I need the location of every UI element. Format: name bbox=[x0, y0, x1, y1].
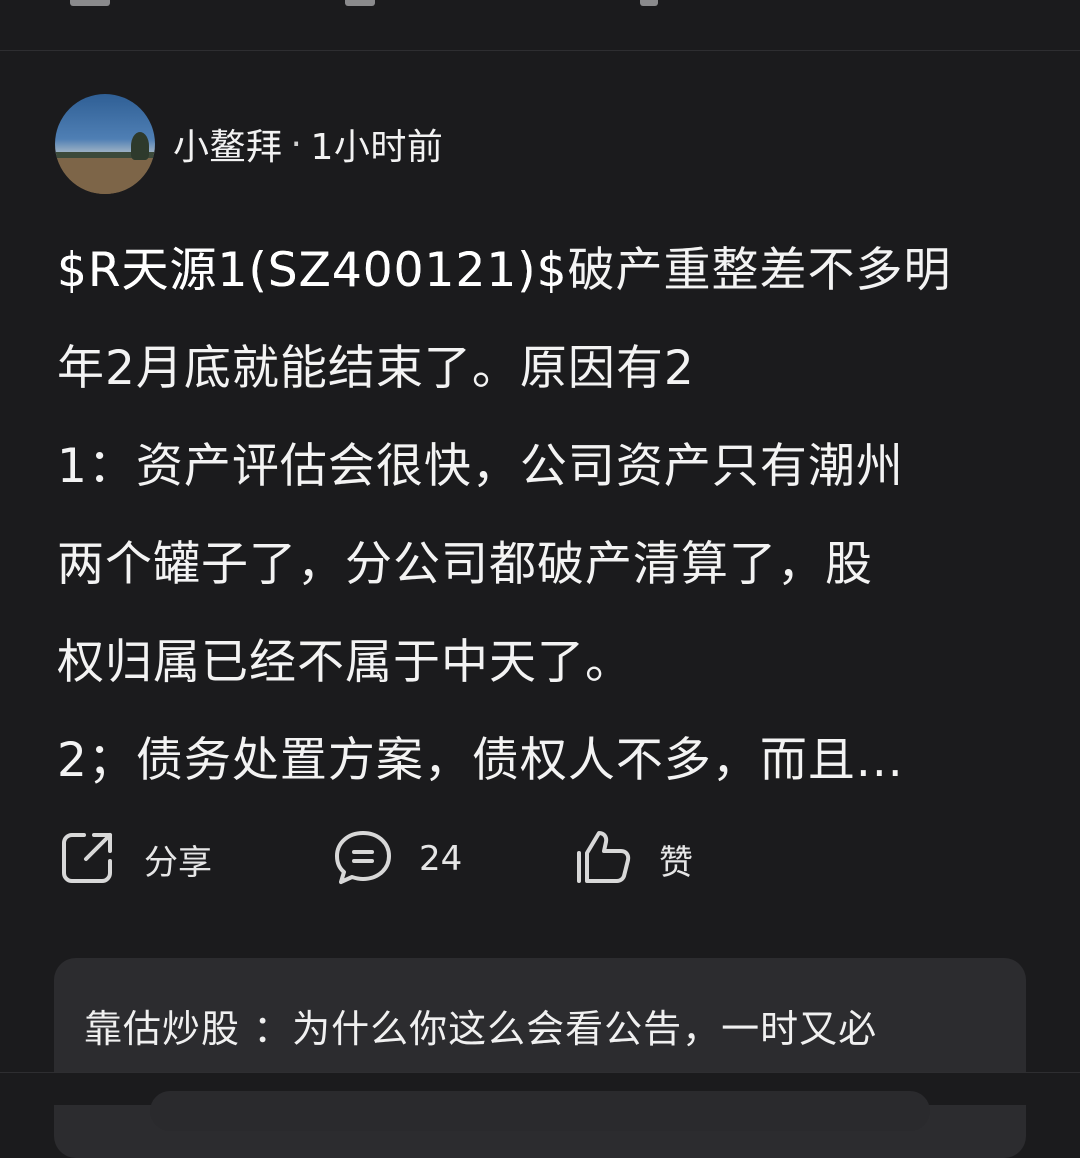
content-line: 1：资产评估会很快，公司资产只有潮州 bbox=[57, 439, 904, 494]
share-label: 分享 bbox=[144, 842, 212, 883]
avatar-ground bbox=[55, 158, 155, 194]
comment-icon bbox=[333, 827, 393, 891]
comment-count: 24 bbox=[419, 839, 463, 879]
like-label: 赞 bbox=[659, 842, 693, 883]
content-line: 2；债务处置方案，债权人不多，而且... bbox=[57, 733, 904, 788]
content-line-text: 破产重整差不多明 bbox=[567, 243, 952, 298]
content-line: 年2月底就能结束了。原因有2 bbox=[57, 341, 695, 396]
author-row[interactable]: 小鳌拜 · 1小时前 bbox=[55, 94, 443, 194]
post-time: 1小时前 bbox=[310, 127, 444, 168]
post-content[interactable]: $R天源1(SZ400121)$破产重整差不多明 年2月底就能结束了。原因有2 … bbox=[57, 222, 1027, 810]
content-line: 权归属已经不属于中天了。 bbox=[57, 635, 633, 690]
author-name[interactable]: 小鳌拜 bbox=[173, 118, 283, 170]
author-meta: 小鳌拜 · 1小时前 bbox=[173, 118, 443, 170]
content-line: 两个罐子了，分公司都破产清算了，股 bbox=[57, 537, 873, 592]
content-line: $R天源1(SZ400121)$破产重整差不多明 bbox=[57, 222, 1027, 320]
reply-preview-text: 靠估炒股 ：为什么你这么会看公告，一时又必 bbox=[84, 1007, 878, 1051]
meta-separator: · bbox=[290, 123, 303, 165]
comment-button[interactable]: 24 bbox=[333, 824, 462, 894]
avatar-tree bbox=[131, 132, 149, 160]
toolbar-fragment bbox=[640, 0, 658, 6]
toolbar-fragment bbox=[345, 0, 375, 6]
stock-tag-link[interactable]: $R天源1(SZ400121)$ bbox=[57, 243, 568, 298]
bottom-bar bbox=[0, 1072, 1080, 1131]
toolbar-fragment bbox=[70, 0, 110, 6]
share-icon bbox=[58, 827, 118, 891]
comment-input-pill[interactable] bbox=[150, 1091, 930, 1131]
top-toolbar-strip bbox=[0, 0, 1080, 51]
like-icon bbox=[573, 827, 633, 891]
post-actions: 分享 24 赞 bbox=[58, 824, 1018, 894]
share-button[interactable]: 分享 bbox=[58, 824, 212, 894]
avatar[interactable] bbox=[55, 94, 155, 194]
like-button[interactable]: 赞 bbox=[573, 824, 693, 894]
